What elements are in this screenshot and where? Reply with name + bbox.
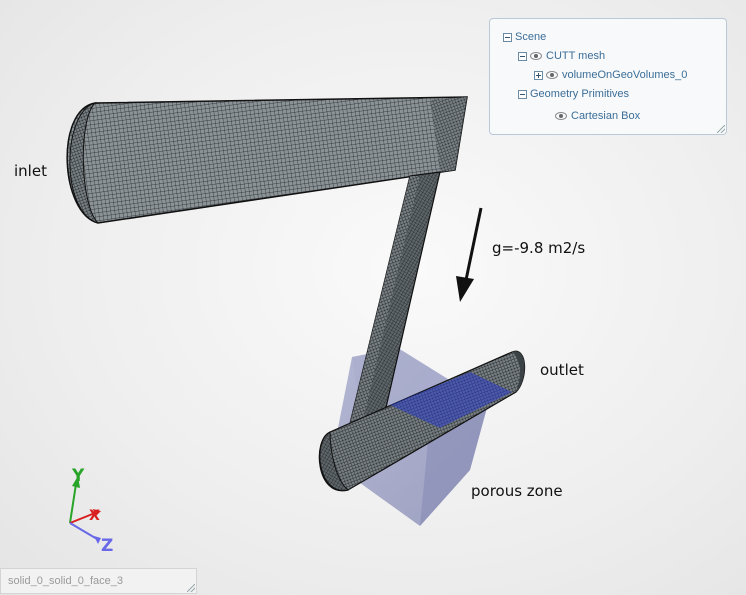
outlet-label: outlet (540, 361, 584, 379)
tree-item-cartesian-box[interactable]: Cartesian Box (555, 109, 640, 123)
tree-item-label: Scene (515, 31, 547, 43)
eye-icon[interactable] (546, 71, 558, 79)
tree-item-label: volumeOnGeoVolumes_0 (562, 69, 688, 81)
tree-item-cutt-mesh[interactable]: CUTT mesh (518, 49, 605, 63)
collapse-icon[interactable] (518, 89, 527, 99)
collapse-icon[interactable] (503, 32, 512, 42)
tree-item-scene[interactable]: Scene (503, 30, 546, 44)
selection-status-text: solid_0_solid_0_face_3 (8, 575, 123, 587)
gravity-arrow (456, 207, 483, 302)
tree-item-label: Geometry Primitives (530, 88, 630, 100)
inlet-label: inlet (14, 162, 47, 180)
axis-z-line (69, 522, 98, 540)
tree-item-label: CUTT mesh (546, 50, 606, 62)
tree-item-label: Cartesian Box (571, 110, 641, 122)
tree-item-geometry-primitives[interactable]: Geometry Primitives (518, 87, 629, 101)
axis-x-label: X (89, 508, 100, 524)
axis-y-label: Y (71, 466, 85, 486)
selection-status-box: solid_0_solid_0_face_3 (0, 568, 197, 594)
gravity-label: g=-9.8 m2/s (492, 239, 586, 257)
collapse-icon[interactable] (518, 51, 527, 61)
resize-grip-icon[interactable] (717, 125, 725, 133)
eye-icon[interactable] (555, 112, 567, 120)
eye-icon[interactable] (530, 52, 542, 60)
expand-icon[interactable] (534, 70, 543, 80)
resize-grip-icon[interactable] (187, 584, 195, 592)
axis-z-label: Z (101, 536, 113, 556)
scene-tree-panel[interactable]: Scene CUTT mesh volumeOnGeoVolumes_0 Geo… (489, 18, 727, 135)
axis-y-line (69, 483, 77, 524)
axes-triad: Y X Z (69, 466, 113, 556)
porous-zone-label: porous zone (471, 482, 563, 500)
tree-item-volume[interactable]: volumeOnGeoVolumes_0 (534, 68, 687, 82)
